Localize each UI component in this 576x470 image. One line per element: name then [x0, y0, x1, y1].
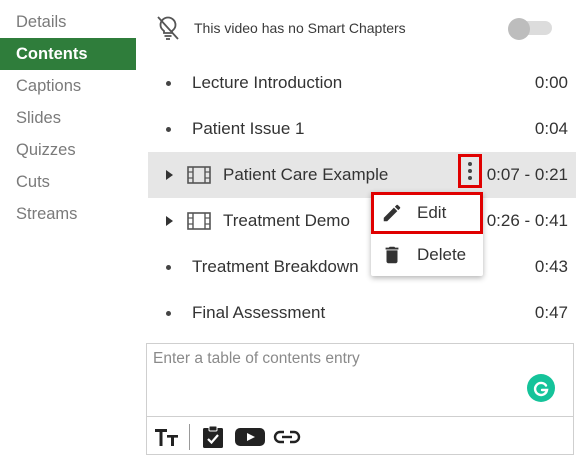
delete-menu-item[interactable]: Delete — [371, 234, 483, 276]
editor-toolbar — [147, 416, 573, 456]
link-button[interactable] — [272, 423, 302, 451]
expand-caret-icon[interactable] — [166, 216, 173, 226]
delete-label: Delete — [417, 245, 467, 264]
clipboard-check-icon — [203, 425, 223, 448]
kebab-dot — [468, 176, 472, 180]
grammarly-g-glyph — [533, 381, 549, 397]
expand-caret-icon[interactable] — [166, 170, 173, 180]
youtube-icon — [235, 427, 265, 446]
list-item-clip[interactable]: Treatment Demo 0:26 - 0:41 — [148, 198, 576, 244]
film-icon — [187, 166, 211, 184]
toggle-knob — [508, 18, 530, 40]
list-item[interactable]: Final Assessment 0:47 — [148, 290, 576, 336]
list-item-clip[interactable]: Patient Care Example 0:07 - 0:21 — [148, 152, 576, 198]
toc-entry-input[interactable] — [147, 344, 573, 416]
contents-list: Lecture Introduction 0:00 Patient Issue … — [148, 60, 576, 336]
entry-title: Treatment Breakdown — [192, 257, 359, 276]
pencil-icon — [383, 204, 401, 222]
toolbar-divider — [189, 423, 190, 450]
smart-chapters-hint: This video has no Smart Chapters — [194, 20, 406, 36]
sidebar-item-cuts[interactable]: Cuts — [0, 166, 136, 198]
sidebar-item-contents[interactable]: Contents — [0, 38, 136, 70]
kebab-dot — [468, 162, 472, 166]
text-size-icon — [155, 428, 178, 446]
entry-time: 0:00 — [534, 73, 568, 92]
sidebar-item-details[interactable]: Details — [0, 6, 136, 38]
bullet — [166, 264, 171, 270]
bullet — [166, 80, 171, 86]
more-options-button[interactable] — [458, 154, 482, 188]
list-item[interactable]: Treatment Breakdown 0:43 — [148, 244, 576, 290]
context-menu: Edit Delete — [371, 192, 483, 276]
entry-title: Lecture Introduction — [192, 73, 343, 92]
entry-title: Final Assessment — [192, 303, 326, 322]
sidebar-item-slides[interactable]: Slides — [0, 102, 136, 134]
grammarly-icon[interactable] — [527, 374, 555, 402]
lightbulb-off-icon — [157, 16, 179, 40]
link-icon — [273, 430, 301, 443]
film-icon — [187, 212, 211, 230]
entry-title: Treatment Demo — [223, 211, 350, 230]
sidebar: Details Contents Captions Slides Quizzes… — [0, 6, 136, 230]
sidebar-item-quizzes[interactable]: Quizzes — [0, 134, 136, 166]
kebab-dot — [468, 169, 472, 173]
sidebar-item-streams[interactable]: Streams — [0, 198, 136, 230]
entry-time: 0:43 — [534, 257, 568, 276]
smart-chapters-toggle[interactable] — [508, 18, 552, 40]
sidebar-item-captions[interactable]: Captions — [0, 70, 136, 102]
text-format-button[interactable] — [153, 423, 181, 451]
entry-title: Patient Care Example — [223, 165, 389, 184]
trash-icon — [385, 246, 399, 264]
quiz-button[interactable] — [200, 423, 226, 451]
entry-title: Patient Issue 1 — [192, 119, 305, 138]
entry-time: 0:47 — [534, 303, 568, 322]
smart-chapters-header: This video has no Smart Chapters — [152, 10, 562, 46]
bullet — [166, 126, 171, 132]
edit-label: Edit — [417, 203, 447, 222]
video-button[interactable] — [232, 423, 268, 451]
entry-time: 0:26 - 0:41 — [486, 211, 568, 230]
list-item[interactable]: Patient Issue 1 0:04 — [148, 106, 576, 152]
edit-menu-item[interactable]: Edit — [371, 192, 483, 234]
list-item[interactable]: Lecture Introduction 0:00 — [148, 60, 576, 106]
entry-time: 0:04 — [534, 119, 568, 138]
bullet — [166, 310, 171, 316]
entry-time: 0:07 - 0:21 — [486, 165, 568, 184]
toc-entry-editor — [146, 343, 574, 455]
